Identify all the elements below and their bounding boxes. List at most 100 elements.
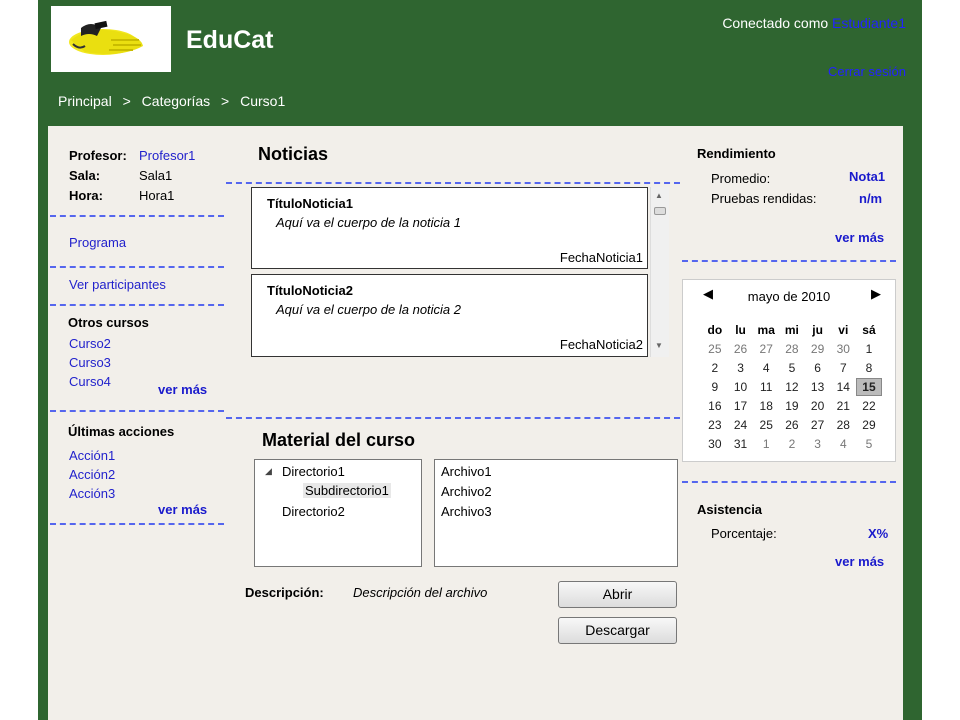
calendar-day[interactable]: 31 bbox=[728, 437, 754, 451]
pruebas-label: Pruebas rendidas: bbox=[711, 191, 817, 206]
descargar-button[interactable]: Descargar bbox=[558, 617, 677, 644]
calendar-day[interactable]: 7 bbox=[830, 361, 856, 375]
calendar-day[interactable]: 27 bbox=[805, 418, 831, 432]
calendar-day[interactable]: 19 bbox=[779, 399, 805, 413]
news-item-title: TítuloNoticia1 bbox=[267, 196, 353, 211]
session-user-link[interactable]: Estudiante1 bbox=[832, 15, 906, 31]
session-prefix: Conectado como bbox=[722, 15, 829, 31]
calendar-day[interactable]: 4 bbox=[753, 361, 779, 375]
curso-link[interactable]: Curso4 bbox=[69, 374, 111, 389]
next-month-icon[interactable]: ▶ bbox=[871, 286, 881, 302]
calendar-day[interactable]: 3 bbox=[805, 437, 831, 451]
profesor-label: Profesor: bbox=[69, 148, 127, 163]
breadcrumb-separator: > bbox=[122, 93, 131, 109]
calendar-weekday: lu bbox=[735, 322, 746, 337]
calendar-weekday: do bbox=[707, 322, 723, 337]
calendar-week-row: 23 24 25 26 27 28 29 bbox=[702, 415, 882, 434]
app-title: EduCat bbox=[186, 26, 274, 54]
tree-item[interactable]: Directorio2 bbox=[282, 504, 345, 519]
calendar-day[interactable]: 6 bbox=[805, 361, 831, 375]
calendar-month: mayo de 2010 bbox=[747, 289, 831, 304]
calendar-day[interactable]: 5 bbox=[779, 361, 805, 375]
file-item[interactable]: Archivo1 bbox=[441, 464, 492, 479]
news-item-title: TítuloNoticia2 bbox=[267, 283, 353, 298]
calendar-day[interactable]: 2 bbox=[779, 437, 805, 451]
divider bbox=[682, 260, 896, 262]
asistencia-title: Asistencia bbox=[697, 502, 763, 517]
news-item-date: FechaNoticia1 bbox=[559, 250, 643, 265]
calendar-day[interactable]: 2 bbox=[702, 361, 728, 375]
otros-ver-mas-link[interactable]: ver más bbox=[158, 382, 207, 397]
calendar-day[interactable]: 24 bbox=[728, 418, 754, 432]
abrir-button[interactable]: Abrir bbox=[558, 581, 677, 608]
rendimiento-ver-mas-link[interactable]: ver más bbox=[835, 230, 884, 245]
calendar-weekday: ju bbox=[812, 322, 823, 337]
calendar-day[interactable]: 16 bbox=[702, 399, 728, 413]
calendar-day[interactable]: 3 bbox=[728, 361, 754, 375]
calendar-weekday: sá bbox=[862, 322, 876, 337]
breadcrumb-categorias[interactable]: Categorías bbox=[142, 93, 210, 109]
tree-item[interactable]: Directorio1 bbox=[282, 464, 345, 479]
calendar-day[interactable]: 28 bbox=[779, 342, 805, 356]
expand-arrow-icon[interactable]: ◢ bbox=[265, 466, 272, 477]
calendar-day[interactable]: 10 bbox=[728, 380, 754, 394]
divider bbox=[50, 523, 224, 525]
calendar-day[interactable]: 20 bbox=[805, 399, 831, 413]
calendar-day[interactable]: 26 bbox=[728, 342, 754, 356]
file-item[interactable]: Archivo3 bbox=[441, 504, 492, 519]
calendar-day[interactable]: 29 bbox=[856, 418, 882, 432]
calendar-day[interactable]: 22 bbox=[856, 399, 882, 413]
calendar-day[interactable]: 23 bbox=[702, 418, 728, 432]
calendar-day[interactable]: 17 bbox=[728, 399, 754, 413]
calendar-day[interactable]: 8 bbox=[856, 361, 882, 375]
hora-value: Hora1 bbox=[139, 188, 175, 203]
news-item[interactable]: TítuloNoticia2 Aquí va el cuerpo de la n… bbox=[251, 274, 648, 357]
news-item[interactable]: TítuloNoticia1 Aquí va el cuerpo de la n… bbox=[251, 187, 648, 269]
session-info: Conectado como Estudiante1 bbox=[722, 15, 906, 31]
calendar-day[interactable]: 21 bbox=[830, 399, 856, 413]
logout-link[interactable]: Cerrar sesión bbox=[828, 64, 906, 79]
file-list[interactable]: Archivo1 Archivo2 Archivo3 bbox=[434, 459, 678, 567]
calendar-day[interactable]: 28 bbox=[830, 418, 856, 432]
scroll-down-icon[interactable]: ▼ bbox=[655, 341, 663, 350]
asistencia-ver-mas-link[interactable]: ver más bbox=[835, 554, 884, 569]
divider bbox=[226, 182, 680, 184]
acciones-ver-mas-link[interactable]: ver más bbox=[158, 502, 207, 517]
curso-link[interactable]: Curso2 bbox=[69, 336, 111, 351]
calendar-day[interactable]: 30 bbox=[702, 437, 728, 451]
calendar-day[interactable]: 18 bbox=[753, 399, 779, 413]
calendar-day[interactable]: 1 bbox=[753, 437, 779, 451]
directory-tree[interactable]: ◢ Directorio1 Subdirectorio1 Directorio2 bbox=[254, 459, 422, 567]
calendar-day[interactable]: 30 bbox=[830, 342, 856, 356]
calendar-day[interactable]: 11 bbox=[753, 380, 779, 394]
calendar-day[interactable]: 25 bbox=[753, 418, 779, 432]
calendar-day[interactable]: 9 bbox=[702, 380, 728, 394]
divider bbox=[50, 215, 224, 217]
calendar-day[interactable]: 4 bbox=[830, 437, 856, 451]
breadcrumb-principal[interactable]: Principal bbox=[58, 93, 112, 109]
calendar-day[interactable]: 25 bbox=[702, 342, 728, 356]
calendar-day[interactable]: 12 bbox=[779, 380, 805, 394]
calendar-day[interactable]: 5 bbox=[856, 437, 882, 451]
calendar-day[interactable]: 14 bbox=[830, 380, 856, 394]
accion-link[interactable]: Acción3 bbox=[69, 486, 115, 501]
curso-link[interactable]: Curso3 bbox=[69, 355, 111, 370]
calendar-day[interactable]: 26 bbox=[779, 418, 805, 432]
news-scrollbar[interactable]: ▲ ▼ bbox=[650, 187, 669, 357]
programa-link[interactable]: Programa bbox=[69, 235, 126, 250]
participantes-link[interactable]: Ver participantes bbox=[69, 277, 166, 292]
accion-link[interactable]: Acción2 bbox=[69, 467, 115, 482]
profesor-link[interactable]: Profesor1 bbox=[139, 148, 195, 163]
file-item[interactable]: Archivo2 bbox=[441, 484, 492, 499]
calendar-day[interactable]: 13 bbox=[805, 380, 831, 394]
scroll-up-icon[interactable]: ▲ bbox=[655, 191, 663, 200]
breadcrumb-curso[interactable]: Curso1 bbox=[240, 93, 285, 109]
tree-item-selected[interactable]: Subdirectorio1 bbox=[303, 483, 391, 498]
calendar-day-selected[interactable]: 15 bbox=[856, 377, 882, 396]
calendar-day[interactable]: 27 bbox=[753, 342, 779, 356]
scroll-thumb[interactable] bbox=[654, 207, 666, 215]
accion-link[interactable]: Acción1 bbox=[69, 448, 115, 463]
calendar-weekday-row: do lu ma mi ju vi sá bbox=[702, 320, 882, 339]
calendar-day[interactable]: 1 bbox=[856, 342, 882, 356]
calendar-day[interactable]: 29 bbox=[805, 342, 831, 356]
